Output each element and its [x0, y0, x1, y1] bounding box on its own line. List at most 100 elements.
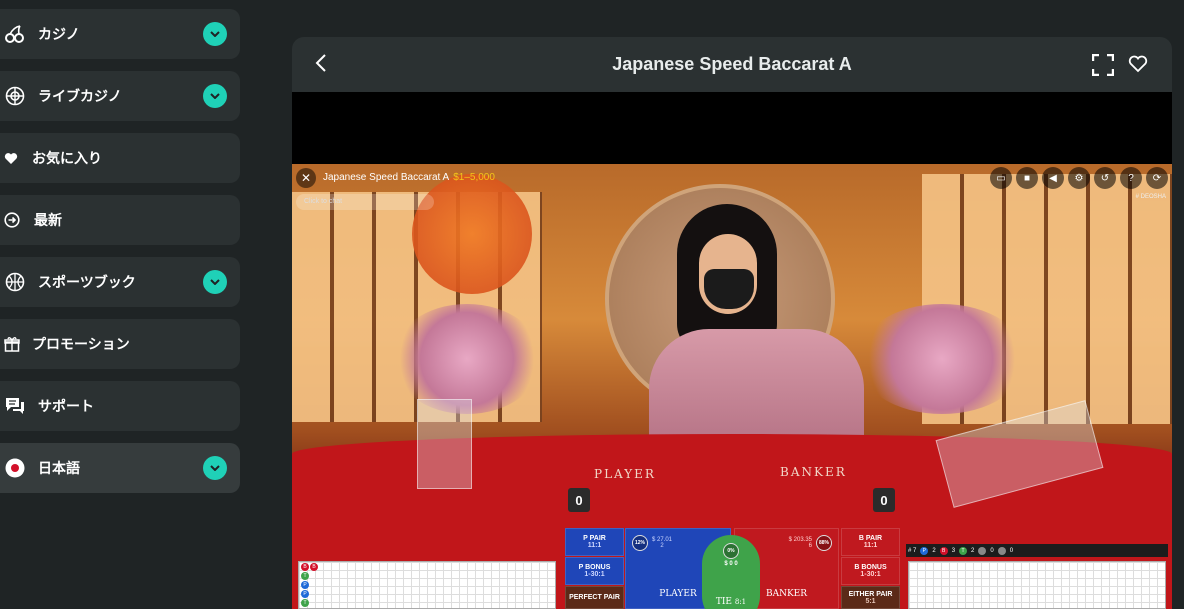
back-button[interactable]: [314, 53, 334, 77]
p-pair-count: 0: [990, 547, 994, 554]
sidebar-item-label: プロモーション: [32, 336, 130, 352]
bet-label: TIE: [715, 597, 732, 607]
tie-wins-icon: T: [959, 546, 968, 555]
player-score: 0: [568, 488, 590, 512]
chevron-down-icon[interactable]: [203, 456, 227, 480]
sidebar-item-label: ライブカジノ: [38, 88, 122, 104]
bead-banker: B: [310, 563, 318, 571]
basketball-icon: [4, 271, 26, 293]
cherry-blossom-right: [857, 304, 1027, 414]
sidebar-item-live-casino[interactable]: ライブカジノ: [0, 71, 240, 121]
b-bonus-bet[interactable]: B BONUS 1-30:1: [841, 557, 900, 585]
lobby-icon[interactable]: ⟳: [1146, 167, 1168, 189]
close-icon: ✕: [300, 171, 312, 185]
sidebar-item-label: お気に入り: [32, 150, 102, 166]
b-pair-icon: [997, 546, 1006, 555]
roulette-wheel-icon: [4, 85, 26, 107]
round-stats: # 7 P2 B3 T2 0 0: [906, 544, 1168, 557]
player-wins: 2: [932, 547, 936, 554]
bead-player: P: [301, 581, 309, 589]
bet-label: P PAIR: [583, 535, 606, 542]
sidebar: カジノ ライブカジノ お気に入り 最新 スポーツブック プロモーション サポート…: [0, 0, 252, 609]
banker-percent: 88%: [816, 535, 832, 551]
bet-label: P BONUS: [578, 564, 611, 571]
big-road-right: [908, 561, 1166, 609]
player-bettors: 2: [660, 543, 664, 549]
tie-bet[interactable]: 0% $ 0 0 TIE 8:1: [702, 535, 760, 609]
chat-bubbles-icon: [4, 395, 26, 417]
p-pair-bet[interactable]: P PAIR 11:1: [565, 528, 624, 556]
banker-bettors: 6: [808, 543, 812, 549]
live-video[interactable]: PLAYER BANKER 0 0 ✕ Japanese Speed Bacca…: [292, 164, 1172, 609]
game-header: Japanese Speed Baccarat A: [292, 37, 1172, 92]
sidebar-item-label: カジノ: [38, 26, 80, 42]
sidebar-item-favorites[interactable]: お気に入り: [0, 133, 240, 183]
bead-road-left: BB T P P T: [298, 561, 556, 609]
sidebar-item-latest[interactable]: 最新: [0, 195, 240, 245]
player-percent: 12%: [632, 535, 648, 551]
volume-icon[interactable]: ◀: [1042, 167, 1064, 189]
p-pair-icon: [978, 546, 987, 555]
favorite-button[interactable]: [1128, 55, 1148, 75]
bead-tie: T: [301, 599, 309, 607]
bead-tie: T: [301, 572, 309, 580]
player-wins-icon: P: [920, 546, 929, 555]
history-icon[interactable]: ↺: [1094, 167, 1116, 189]
sidebar-item-sportsbook[interactable]: スポーツブック: [0, 257, 240, 307]
help-icon[interactable]: ?: [1120, 167, 1142, 189]
discard-box: [417, 399, 472, 489]
bet-odds: 8:1: [734, 598, 747, 606]
round-number: # 7: [908, 547, 917, 554]
video-letterbox: [292, 92, 1172, 164]
red-sun-decor: [412, 174, 532, 294]
bet-label: B PAIR: [858, 535, 883, 542]
sidebar-item-label: サポート: [38, 398, 94, 414]
fullscreen-button[interactable]: [1091, 53, 1115, 77]
sidebar-item-label: 最新: [34, 212, 62, 228]
betting-grid: P PAIR 11:1 P BONUS 1-30:1 PERFECT PAIR …: [565, 528, 900, 609]
bet-odds: 1-30:1: [584, 571, 605, 578]
sidebar-item-language[interactable]: 日本語: [0, 443, 240, 493]
video-table-title: Japanese Speed Baccarat A $1–5,000: [323, 172, 495, 183]
tie-amount: $ 0 0: [724, 561, 738, 567]
sidebar-item-label: 日本語: [38, 460, 80, 476]
sidebar-item-support[interactable]: サポート: [0, 381, 240, 431]
bet-label: B BONUS: [854, 564, 887, 571]
bet-odds: 11:1: [863, 542, 878, 549]
chevron-down-icon[interactable]: [203, 22, 227, 46]
chevron-down-icon[interactable]: [203, 84, 227, 108]
banker-wins-icon: B: [939, 546, 948, 555]
bet-odds: 1-30:1: [860, 571, 881, 578]
either-pair-bet[interactable]: EITHER PAIR 5:1: [841, 586, 900, 609]
table-limits: $1–5,000: [453, 172, 495, 183]
close-video-button[interactable]: ✕: [296, 168, 316, 188]
sidebar-item-label: スポーツブック: [38, 274, 136, 290]
b-pair-bet[interactable]: B PAIR 11:1: [841, 528, 900, 556]
video-controls: ▭ ■ ◀ ⚙ ↺ ? ⟳: [990, 167, 1168, 189]
tie-wins: 2: [971, 547, 975, 554]
settings-gear-icon[interactable]: ⚙: [1068, 167, 1090, 189]
dealer-mask: [704, 269, 754, 309]
video-camera-icon[interactable]: ■: [1016, 167, 1038, 189]
sidebar-item-promotions[interactable]: プロモーション: [0, 319, 240, 369]
dealer-id: # DEOSHA: [1135, 194, 1166, 200]
sidebar-item-casino[interactable]: カジノ: [0, 9, 240, 59]
bead-banker: B: [301, 563, 309, 571]
gift-icon: [4, 333, 20, 355]
game-panel: Japanese Speed Baccarat A PLAYER BANKER …: [292, 37, 1172, 609]
perfect-pair-bet[interactable]: PERFECT PAIR: [565, 586, 624, 609]
bet-label: BANKER: [765, 589, 808, 599]
bet-label: EITHER PAIR: [848, 590, 893, 598]
main-content: Japanese Speed Baccarat A PLAYER BANKER …: [252, 0, 1184, 609]
cherries-icon: [4, 23, 26, 45]
chevron-down-icon[interactable]: [203, 270, 227, 294]
fullscreen-icon: [1091, 53, 1115, 77]
table-name: Japanese Speed Baccarat A: [323, 172, 450, 183]
bead-player: P: [301, 590, 309, 598]
chat-toggle-icon[interactable]: ▭: [990, 167, 1012, 189]
p-bonus-bet[interactable]: P BONUS 1-30:1: [565, 557, 624, 585]
chat-input[interactable]: Click to chat: [296, 194, 434, 210]
bet-label: PLAYER: [659, 589, 697, 599]
banker-wins: 3: [951, 547, 956, 554]
felt-player-label: PLAYER: [594, 467, 656, 481]
